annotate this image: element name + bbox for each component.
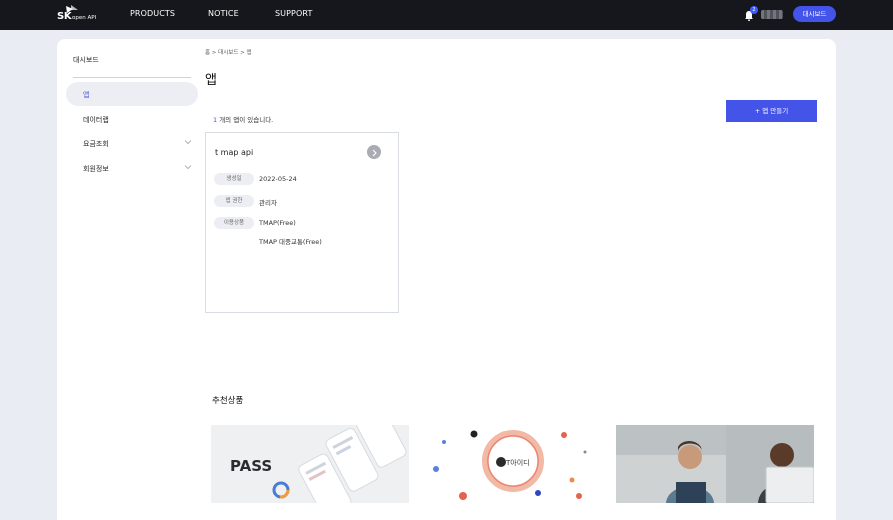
people-photo-image — [616, 425, 814, 503]
created-date-label: 생성일 — [214, 173, 254, 185]
nav-products[interactable]: PRODUCTS — [130, 9, 175, 18]
notification-badge: 2 — [750, 6, 758, 14]
logo-sk-text: SK — [57, 11, 72, 22]
notification-bell-icon[interactable]: 2 — [744, 6, 758, 22]
tid-promo-image: T아이디 — [413, 425, 611, 503]
recommend-title: 추천상품 — [212, 396, 244, 406]
sidebar-title: 대시보드 — [73, 56, 99, 64]
chevron-right-icon — [372, 149, 377, 157]
top-navigation-bar: SK open API PRODUCTS NOTICE SUPPORT 2 대시… — [0, 0, 893, 30]
page-title: 앱 — [205, 73, 217, 88]
sidebar-item-label: 데이터랩 — [83, 116, 109, 124]
sidebar-divider — [73, 77, 191, 78]
nav-notice[interactable]: NOTICE — [208, 9, 239, 18]
recommend-card-pass[interactable]: PASS — [211, 425, 409, 503]
sidebar-item-label: 회원정보 — [83, 165, 109, 173]
recommend-card-tid[interactable]: T아이디 — [413, 425, 611, 503]
create-app-button[interactable]: + 앱 만들기 — [726, 100, 817, 122]
sidebar-item-label: 요금조회 — [83, 140, 109, 148]
sk-open-api-logo[interactable]: SK open API — [57, 5, 107, 25]
app-name: t map api — [215, 148, 254, 157]
breadcrumb: 홈 > 대시보드 > 앱 — [205, 50, 252, 56]
user-name-blurred[interactable] — [761, 10, 783, 19]
sidebar-item-member-info[interactable]: 회원정보 — [66, 156, 198, 180]
open-app-button[interactable] — [367, 145, 381, 159]
product-item: TMAP 대중교통(Free) — [259, 238, 322, 246]
content-panel: 대시보드 앱 데이터랩 요금조회 회원정보 홈 > 대시보드 > 앱 앱 1 개… — [57, 39, 836, 520]
pass-promo-image: PASS — [211, 425, 409, 503]
nav-support[interactable]: SUPPORT — [275, 9, 312, 18]
products-label: 이용상품 — [214, 217, 254, 229]
pass-text: PASS — [230, 457, 272, 475]
app-role-label: 앱 권한 — [214, 195, 254, 207]
app-count-text: 1 개의 앱이 있습니다. — [213, 114, 273, 124]
tid-text: T아이디 — [505, 458, 530, 467]
app-role-value: 관리자 — [259, 199, 277, 207]
dashboard-button[interactable]: 대시보드 — [793, 6, 836, 22]
created-date-value: 2022-05-24 — [259, 175, 297, 183]
sidebar-item-datalab[interactable]: 데이터랩 — [66, 107, 198, 131]
logo-sub-text: open API — [72, 15, 97, 21]
product-item: TMAP(Free) — [259, 219, 296, 227]
chevron-down-icon — [184, 165, 192, 170]
app-card[interactable]: t map api 생성일 2022-05-24 앱 권한 관리자 이용상품 T… — [205, 132, 399, 313]
sidebar-item-app[interactable]: 앱 — [66, 82, 198, 106]
sidebar-item-label: 앱 — [83, 91, 90, 99]
chevron-down-icon — [184, 140, 192, 145]
recommend-card-photo[interactable] — [616, 425, 814, 503]
sidebar-item-billing[interactable]: 요금조회 — [66, 131, 198, 155]
app-count-suffix: 개의 앱이 있습니다. — [217, 116, 274, 124]
